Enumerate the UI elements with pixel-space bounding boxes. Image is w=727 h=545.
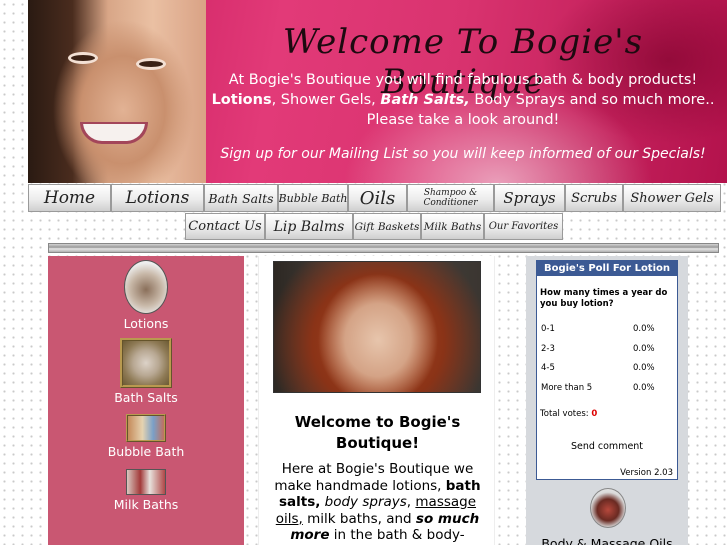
face-eye-right (136, 58, 166, 70)
model-photo (273, 261, 481, 393)
sidebar-label-milk-baths: Milk Baths (113, 497, 179, 512)
face-smile (80, 122, 148, 144)
poll-header: Bogie's Poll For Lotion (537, 261, 677, 276)
poll-option[interactable]: 2-3 0.0% (541, 344, 673, 354)
nav-sprays[interactable]: Sprays (494, 184, 565, 212)
nav-contact-us[interactable]: Contact Us (185, 213, 265, 240)
banner-line-1: At Bogie's Boutique you will find fabulo… (228, 72, 698, 88)
welcome-paragraph: Here at Bogie's Boutique we make handmad… (274, 461, 481, 545)
poll-option[interactable]: 0-1 0.0% (541, 324, 673, 334)
nav-our-favorites[interactable]: Our Favorites (484, 213, 563, 240)
lotions-thumbnail[interactable] (124, 260, 168, 314)
bath-salts-thumbnail[interactable] (120, 338, 172, 388)
banner-line-3: Please take a look around! (366, 112, 560, 128)
category-sidebar: Lotions Bath Salts Bubble Bath Milk Bath… (48, 256, 244, 545)
poll-version: Version 2.03 (620, 468, 673, 478)
content-divider (48, 243, 719, 253)
welcome-heading: Welcome to Bogie's Boutique! (294, 413, 461, 452)
bubble-bath-thumbnail[interactable] (126, 414, 166, 442)
nav-shampoo-conditioner[interactable]: Shampoo & Conditioner (407, 184, 494, 212)
sidebar-label-lotions: Lotions (123, 316, 169, 331)
nav-bath-salts[interactable]: Bath Salts (204, 184, 278, 212)
page: Welcome To Bogie's Boutique At Bogie's B… (28, 0, 727, 545)
nav-home[interactable]: Home (28, 184, 111, 212)
milk-baths-thumbnail[interactable] (126, 469, 166, 495)
poll-total-votes: Total votes: 0 (540, 409, 598, 419)
secondary-nav: Contact Us Lip Balms Gift Baskets Milk B… (185, 213, 563, 240)
send-comment-link[interactable]: Send comment (537, 441, 677, 452)
face-eye-left (68, 52, 98, 64)
header-banner: Welcome To Bogie's Boutique At Bogie's B… (28, 0, 727, 183)
massage-oils-thumbnail[interactable] (590, 488, 626, 528)
banner-line-2: Lotions, Shower Gels, Bath Salts, Body S… (211, 92, 715, 108)
sidebar-item-bubble-bath[interactable]: Bubble Bath (48, 414, 244, 459)
sidebar-item-milk-baths[interactable]: Milk Baths (48, 469, 244, 512)
poll-option[interactable]: 4-5 0.0% (541, 363, 673, 373)
welcome-section: Welcome to Bogie's Boutique! Here at Bog… (258, 256, 495, 545)
nav-gift-baskets[interactable]: Gift Baskets (353, 213, 421, 240)
sidebar-label-bath-salts: Bath Salts (114, 390, 178, 405)
model-face-image (28, 0, 206, 183)
lotion-poll: Bogie's Poll For Lotion How many times a… (536, 260, 678, 480)
poll-question: How many times a year do you buy lotion? (540, 288, 668, 309)
nav-bubble-bath[interactable]: Bubble Bath (278, 184, 348, 212)
sidebar-label-bubble-bath: Bubble Bath (107, 444, 185, 459)
nav-shower-gels[interactable]: Shower Gels (623, 184, 721, 212)
massage-oils-label[interactable]: Body & Massage Oils (526, 536, 688, 545)
nav-lotions[interactable]: Lotions (111, 184, 204, 212)
main-nav: Home Lotions Bath Salts Bubble Bath Oils… (28, 184, 721, 212)
banner-intro: At Bogie's Boutique you will find fabulo… (203, 70, 723, 130)
nav-milk-baths[interactable]: Milk Baths (421, 213, 484, 240)
mailing-list-link[interactable]: Sign up for our Mailing List so you will… (203, 146, 723, 162)
poll-option[interactable]: More than 5 0.0% (541, 383, 673, 393)
sidebar-item-bath-salts[interactable]: Bath Salts (48, 338, 244, 405)
nav-lip-balms[interactable]: Lip Balms (265, 213, 353, 240)
nav-oils[interactable]: Oils (348, 184, 407, 212)
nav-scrubs[interactable]: Scrubs (565, 184, 623, 212)
poll-sidebar: Bogie's Poll For Lotion How many times a… (526, 256, 688, 545)
sidebar-item-lotions[interactable]: Lotions (48, 260, 244, 331)
